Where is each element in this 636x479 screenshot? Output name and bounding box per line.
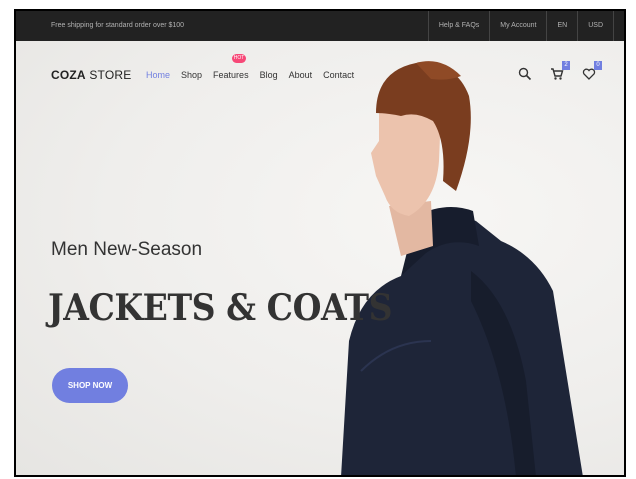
currency-selector[interactable]: USD	[577, 11, 614, 41]
logo-rest: STORE	[85, 68, 132, 82]
top-links: Help & FAQs My Account EN USD	[427, 11, 614, 41]
top-bar: Free shipping for standard order over $1…	[16, 11, 624, 41]
help-faqs-link[interactable]: Help & FAQs	[427, 11, 489, 41]
my-account-link[interactable]: My Account	[489, 11, 546, 41]
menu-item-home[interactable]: Home	[146, 70, 170, 80]
language-selector[interactable]: EN	[546, 11, 577, 41]
menu-item-blog[interactable]: Blog	[260, 70, 278, 80]
hot-badge: HOT	[232, 54, 246, 63]
shop-now-button[interactable]: SHOP NOW	[52, 368, 128, 403]
hero-title: JACKETS & COATS	[48, 287, 393, 329]
menu-item-shop[interactable]: Shop	[181, 70, 202, 80]
hero-subtitle: Men New-Season	[51, 239, 203, 260]
logo-bold: COZA	[51, 68, 86, 82]
menu-item-about[interactable]: About	[289, 70, 313, 80]
promo-text: Free shipping for standard order over $1…	[51, 22, 185, 29]
menu-item-features[interactable]: Features	[213, 70, 249, 80]
logo[interactable]: COZA STORE	[51, 68, 131, 82]
hero-model-image	[321, 41, 611, 475]
browser-frame: Free shipping for standard order over $1…	[14, 9, 626, 477]
